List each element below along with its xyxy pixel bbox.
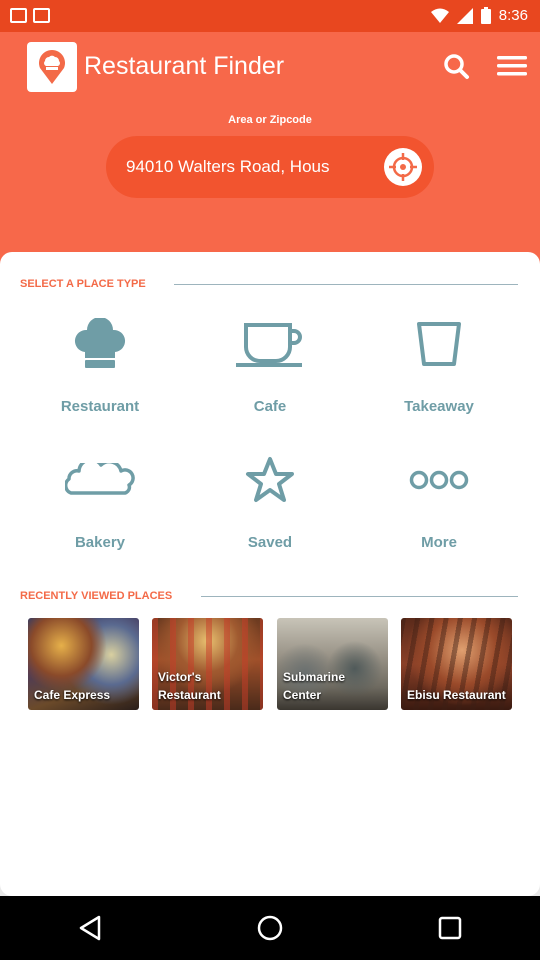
more-icon [409,470,469,490]
signal-icon [456,7,473,24]
app-logo [27,42,77,92]
place-type-label: Bakery [74,534,126,551]
notification-icon [10,8,27,23]
status-bar: 8:36 [0,0,540,32]
takeaway-cup-icon [417,322,461,366]
locate-me-button[interactable] [384,148,422,186]
recent-header: RECENTLY VIEWED PLACES [20,590,172,602]
menu-icon [497,56,527,76]
place-type-saved[interactable]: Saved [185,452,355,551]
recent-place-card[interactable]: Cafe Express [28,618,139,710]
area-label: Area or Zipcode [228,114,312,126]
home-button[interactable] [230,896,310,960]
menu-button[interactable] [494,48,530,84]
location-input[interactable] [126,157,366,177]
place-name: Cafe Express [34,688,111,702]
place-type-label: Saved [247,534,293,551]
home-circle-icon [257,915,283,941]
chef-hat-icon [74,318,126,368]
battery-icon [480,7,491,24]
navigation-bar [0,896,540,960]
place-name: Victor's Restaurant [158,670,221,702]
search-button[interactable] [438,48,474,84]
place-type-more[interactable]: More [354,452,524,551]
crosshair-icon [389,153,417,181]
status-time: 8:36 [498,7,528,24]
place-type-bakery[interactable]: Bakery [15,452,185,551]
place-type-header: SELECT A PLACE TYPE [20,278,146,290]
notification-icons [10,8,50,23]
chef-pin-logo-icon [39,50,65,84]
place-type-label: More [421,534,457,551]
location-field[interactable] [106,136,434,198]
back-button[interactable] [50,896,130,960]
place-type-cafe[interactable]: Cafe [185,316,355,415]
search-icon [444,54,469,79]
recent-place-card[interactable]: Ebisu Restaurant [401,618,512,710]
place-type-label: Restaurant [60,398,140,415]
recent-place-card[interactable]: Victor's Restaurant [152,618,263,710]
place-type-title: SELECT A PLACE TYPE [20,278,146,290]
place-type-takeaway[interactable]: Takeaway [354,316,524,415]
star-icon [246,457,294,502]
wifi-icon [430,8,449,23]
notification-icon [33,8,50,23]
coffee-cup-icon [236,323,302,367]
back-triangle-icon [79,915,101,941]
place-name: Submarine Center [283,670,346,702]
app-title: Restaurant Finder [84,52,285,80]
recents-button[interactable] [410,896,490,960]
place-type-restaurant[interactable]: Restaurant [15,316,185,415]
place-type-label: Cafe [253,398,287,415]
recent-place-card[interactable]: Submarine Center [277,618,388,710]
recent-title: RECENTLY VIEWED PLACES [20,590,173,602]
place-type-label: Takeaway [404,398,474,415]
main-card: SELECT A PLACE TYPE Restaurant Cafe Take… [0,252,540,896]
place-name: Ebisu Restaurant [407,688,506,702]
bread-icon [65,463,135,495]
recents-square-icon [438,916,462,940]
